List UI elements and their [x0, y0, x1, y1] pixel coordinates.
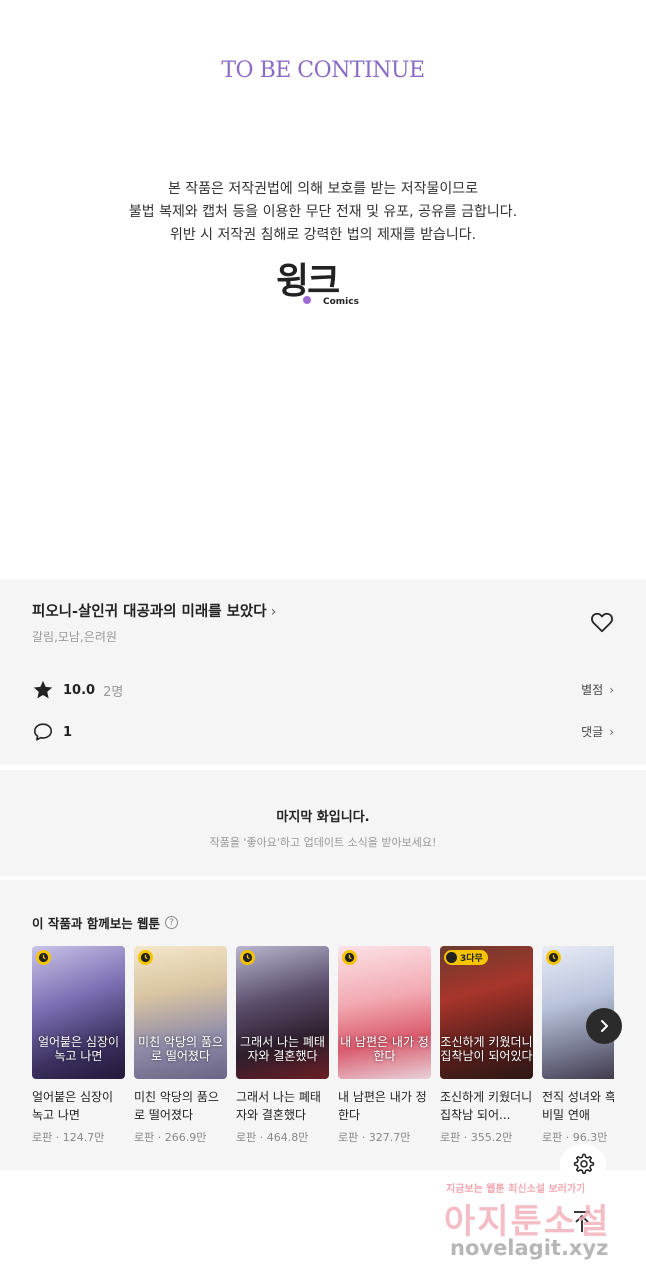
- comment-count: 1: [63, 724, 73, 740]
- comment-link[interactable]: 댓글 ›: [581, 723, 614, 740]
- question-icon[interactable]: ?: [165, 916, 179, 929]
- series-info-panel: 피오니-살인귀 대공과의 미래를 보았다 › 갈림,모남,은려원 10.0 2명 …: [0, 579, 646, 765]
- card-meta: 로판 · 327.7만: [338, 1131, 411, 1144]
- recommendation-card[interactable]: 그래서 나는 폐태자와 결혼했다 그래서 나는 폐태자와 결혼했다 로판 · 4…: [236, 946, 329, 1145]
- star-icon: [33, 680, 53, 699]
- series-title-link[interactable]: 피오니-살인귀 대공과의 미래를 보았다 ›: [32, 600, 276, 621]
- watermark-line1: 지금보는 웹툰 최신소설 보러가기: [446, 1184, 586, 1195]
- rating-link-label: 별점: [581, 683, 604, 697]
- arrow-up-icon: [574, 1211, 590, 1232]
- like-button[interactable]: [589, 609, 615, 635]
- card-title: 얼어붙은 심장이 녹고 나면: [32, 1090, 114, 1122]
- free-badge: 3다무: [444, 950, 488, 965]
- comment-icon: [33, 723, 53, 741]
- notice-line: 본 작품은 저작권법에 의해 보호를 받는 저작물이므로: [167, 181, 479, 197]
- card-title: 전직 성녀와 흑의 비밀 연애: [542, 1090, 614, 1122]
- recommendation-card[interactable]: 얼어붙은 심장이 녹고 나면 얼어붙은 심장이 녹고 나면 로판 · 124.7…: [32, 946, 125, 1145]
- copyright-notice: 본 작품은 저작권법에 의해 보호를 받는 저작물이므로 불법 복제와 캡처 등…: [0, 178, 646, 247]
- scroll-top-button[interactable]: [564, 1204, 600, 1240]
- clock-icon: [446, 952, 457, 963]
- last-episode-heading: 마지막 화입니다.: [276, 810, 370, 825]
- last-episode-panel: 마지막 화입니다. 작품을 '좋아요'하고 업데이트 소식을 받아보세요!: [0, 770, 646, 876]
- chevron-right-icon: ›: [609, 683, 614, 697]
- comment-link-label: 댓글: [581, 725, 604, 739]
- logo-sub: Comics: [323, 297, 359, 307]
- card-title: 미친 악당의 품으로 떨어졌다: [134, 1090, 219, 1122]
- carousel-next-button[interactable]: [586, 1008, 622, 1044]
- rating-row: 10.0 2명: [32, 679, 123, 701]
- wink-comics-logo: 윙크 Comics: [276, 252, 376, 314]
- cover-title: 조신하게 키웠더니 집착남이 되어있다: [440, 1035, 533, 1063]
- recommendation-carousel: 얼어붙은 심장이 녹고 나면 얼어붙은 심장이 녹고 나면 로판 · 124.7…: [32, 946, 614, 1156]
- cover-title: 그래서 나는 폐태자와 결혼했다: [240, 1035, 325, 1063]
- cover-title: 얼어붙은 심장이 녹고 나면: [37, 1035, 120, 1063]
- clock-icon: [342, 950, 357, 965]
- card-meta: 로판 · 96.3만: [542, 1131, 608, 1144]
- logo-dot: [303, 296, 311, 304]
- clock-icon: [36, 950, 51, 965]
- recommendation-card[interactable]: 미친 악당의 품으로 떨어졌다 미친 악당의 품으로 떨어졌다 로판 · 266…: [134, 946, 227, 1145]
- notice-line: 위반 시 저작권 침해로 강력한 법의 제재를 받습니다.: [169, 227, 477, 243]
- rating-link[interactable]: 별점 ›: [581, 681, 614, 698]
- card-title: 내 남편은 내가 정한다: [338, 1090, 427, 1122]
- card-thumbnail: 미친 악당의 품으로 떨어졌다: [134, 946, 227, 1079]
- series-title: 피오니-살인귀 대공과의 미래를 보았다: [32, 604, 267, 620]
- cover-title: 미친 악당의 품으로 떨어졌다: [138, 1035, 223, 1063]
- card-title: 그래서 나는 폐태자와 결혼했다: [236, 1090, 321, 1122]
- clock-icon: [240, 950, 255, 965]
- clock-icon: [546, 950, 561, 965]
- heart-icon: [591, 612, 613, 633]
- recommendation-heading: 이 작품과 함께보는 웹툰 ?: [32, 913, 179, 932]
- settings-button[interactable]: [560, 1144, 606, 1184]
- card-thumbnail: 얼어붙은 심장이 녹고 나면: [32, 946, 125, 1079]
- series-tags: 갈림,모남,은려원: [32, 630, 117, 644]
- card-thumbnail: 내 남편은 내가 정한다: [338, 946, 431, 1079]
- comment-row: 1: [32, 721, 72, 743]
- card-meta: 로판 · 355.2만: [440, 1131, 513, 1144]
- rating-count: 2명: [103, 684, 124, 700]
- card-meta: 로판 · 464.8만: [236, 1131, 309, 1144]
- badge-label: 3다무: [460, 954, 483, 964]
- notice-line: 불법 복제와 캡처 등을 이용한 무단 전재 및 유포, 공유를 금합니다.: [128, 204, 518, 220]
- gear-icon: [573, 1153, 595, 1175]
- recommendation-card[interactable]: 전직 성녀와 흑의 비밀 연애 로판 · 96.3만: [542, 946, 614, 1145]
- clock-icon: [138, 950, 153, 965]
- recommendation-panel: 이 작품과 함께보는 웹툰 ? 얼어붙은 심장이 녹고 나면 얼어붙은 심장이 …: [0, 880, 646, 1170]
- card-thumbnail: 3다무 조신하게 키웠더니 집착남이 되어있다: [440, 946, 533, 1079]
- card-meta: 로판 · 124.7만: [32, 1131, 105, 1144]
- card-meta: 로판 · 266.9만: [134, 1131, 207, 1144]
- recommendation-heading-text: 이 작품과 함께보는 웹툰: [32, 916, 161, 931]
- chevron-right-icon: ›: [270, 604, 277, 620]
- chevron-right-icon: ›: [609, 725, 614, 739]
- last-episode-sub: 작품을 '좋아요'하고 업데이트 소식을 받아보세요!: [209, 836, 437, 849]
- viewer-page: TO BE CONTINUE 본 작품은 저작권법에 의해 보호를 받는 저작물…: [0, 0, 646, 1286]
- recommendation-card[interactable]: 3다무 조신하게 키웠더니 집착남이 되어있다 조신하게 키웠더니 집착남 되어…: [440, 946, 533, 1145]
- rating-score: 10.0: [63, 682, 96, 698]
- recommendation-card[interactable]: 내 남편은 내가 정한다 내 남편은 내가 정한다 로판 · 327.7만: [338, 946, 431, 1145]
- to-be-continued-title: TO BE CONTINUE: [221, 58, 425, 83]
- cover-title: 내 남편은 내가 정한다: [340, 1035, 429, 1063]
- chevron-right-icon: [601, 1020, 608, 1032]
- card-thumbnail: 그래서 나는 폐태자와 결혼했다: [236, 946, 329, 1079]
- card-title: 조신하게 키웠더니 집착남 되어...: [440, 1090, 533, 1122]
- site-watermark: 지금보는 웹툰 최신소설 보러가기 아지툰소설 novelagit.xyz: [440, 1176, 630, 1276]
